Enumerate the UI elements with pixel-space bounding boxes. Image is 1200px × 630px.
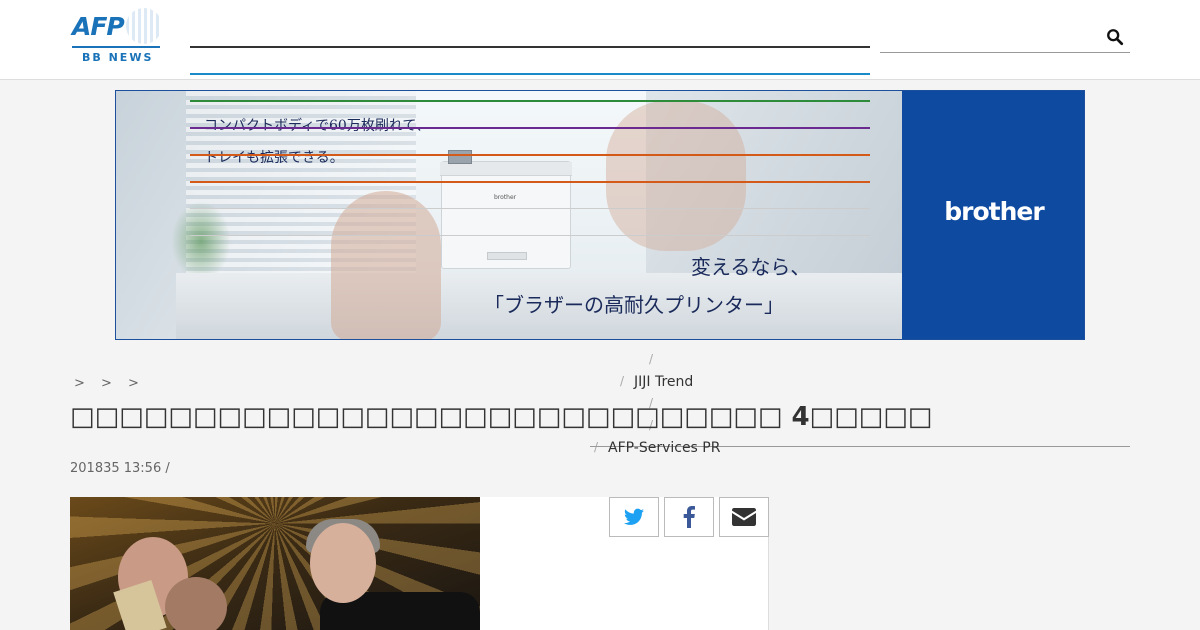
ad-brand-panel: brother bbox=[902, 91, 1084, 339]
ad-hand-left bbox=[331, 191, 441, 339]
menu-item-afp-services-pr[interactable]: AFP-Services PR bbox=[608, 440, 720, 456]
ad-printer-top bbox=[440, 162, 572, 176]
ad-printer-panel bbox=[448, 150, 472, 164]
menu-item-jiji-trend[interactable]: JIJI Trend bbox=[634, 374, 693, 390]
menu-line-gray bbox=[190, 235, 870, 236]
twitter-icon bbox=[624, 508, 644, 525]
article-title: □□□□□□□□□□□□□□□□□□□□□□□□□□□□□ 4□□□□□ bbox=[70, 402, 933, 432]
ad-plant bbox=[171, 201, 231, 281]
menu-separator: / bbox=[594, 440, 599, 454]
search-input[interactable] bbox=[880, 22, 1100, 52]
share-twitter-button[interactable] bbox=[609, 497, 659, 537]
share-mail-button[interactable] bbox=[719, 497, 769, 537]
mail-icon bbox=[732, 508, 756, 526]
afp-bb-news-logo[interactable]: AFP BB NEWS bbox=[70, 8, 162, 64]
nav-divider-blue bbox=[190, 73, 870, 75]
menu-line-orange bbox=[190, 181, 870, 183]
facebook-icon bbox=[683, 506, 695, 528]
search-box bbox=[880, 22, 1130, 53]
photo-person bbox=[165, 577, 227, 630]
share-facebook-button[interactable] bbox=[664, 497, 714, 537]
logo-underline bbox=[72, 46, 160, 48]
ad-headline-2: 「ブラザーの高耐久プリンター」 bbox=[484, 293, 784, 317]
menu-line-gray bbox=[190, 208, 870, 209]
ad-printer-tray bbox=[487, 252, 527, 260]
ad-printer: brother bbox=[440, 150, 572, 269]
ad-copy-line-2: トレイも拡張できる。 bbox=[204, 150, 344, 166]
search-icon[interactable] bbox=[1106, 28, 1124, 46]
ad-hand-right bbox=[606, 101, 746, 251]
menu-separator: / bbox=[620, 374, 625, 388]
menu-separator: / bbox=[649, 352, 654, 366]
globe-icon bbox=[126, 8, 162, 44]
ad-copy-line-1: コンパクトボディで60万枚刷れて、 bbox=[204, 118, 430, 134]
ad-headline-1: 変えるなら、 bbox=[691, 255, 811, 279]
logo-brand: AFP bbox=[72, 12, 125, 41]
logo-subtitle: BB NEWS bbox=[82, 51, 154, 64]
nav-divider-dark bbox=[190, 46, 870, 48]
menu-line-orange bbox=[190, 154, 870, 156]
menu-line-green bbox=[190, 100, 870, 102]
breadcrumb[interactable]: > > > bbox=[74, 376, 145, 391]
article-date: 201835 13:56 / bbox=[70, 461, 170, 476]
menu-line-purple bbox=[190, 127, 870, 129]
article-photo[interactable] bbox=[70, 497, 480, 630]
brother-logo: brother bbox=[944, 197, 1044, 226]
ad-printer-brand: brother bbox=[494, 194, 517, 201]
site-header: AFP BB NEWS bbox=[0, 0, 1200, 80]
photo-person bbox=[310, 523, 376, 603]
